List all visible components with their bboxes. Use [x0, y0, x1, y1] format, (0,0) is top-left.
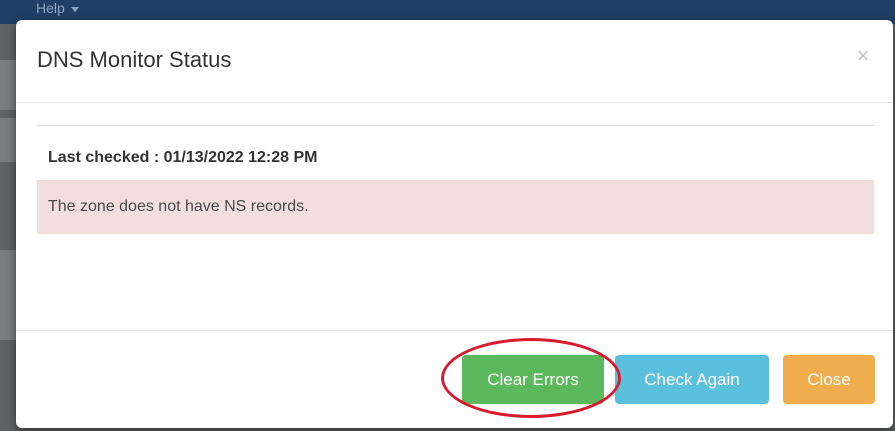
background-panel-edge: [0, 118, 16, 162]
help-menu-label: Help: [36, 0, 65, 16]
background-panel-edge: [0, 250, 16, 340]
error-alert: The zone does not have NS records.: [37, 180, 874, 234]
divider: [37, 125, 874, 126]
help-menu[interactable]: Help: [36, 0, 79, 18]
check-again-button[interactable]: Check Again: [615, 355, 769, 404]
caret-down-icon: [70, 6, 79, 12]
background-panel-edge: [0, 60, 16, 110]
modal-body: Last checked : 01/13/2022 12:28 PM The z…: [16, 103, 893, 330]
modal-title: DNS Monitor Status: [37, 47, 232, 72]
close-button[interactable]: Close: [783, 355, 875, 404]
last-checked-text: Last checked : 01/13/2022 12:28 PM: [48, 149, 318, 166]
close-icon[interactable]: ×: [853, 44, 873, 68]
clear-errors-button[interactable]: Clear Errors: [462, 355, 604, 404]
dns-monitor-status-dialog: DNS Monitor Status × Last checked : 01/1…: [16, 20, 893, 428]
modal-footer: Clear Errors Check Again Close: [16, 330, 893, 428]
modal-header: DNS Monitor Status ×: [16, 20, 893, 103]
